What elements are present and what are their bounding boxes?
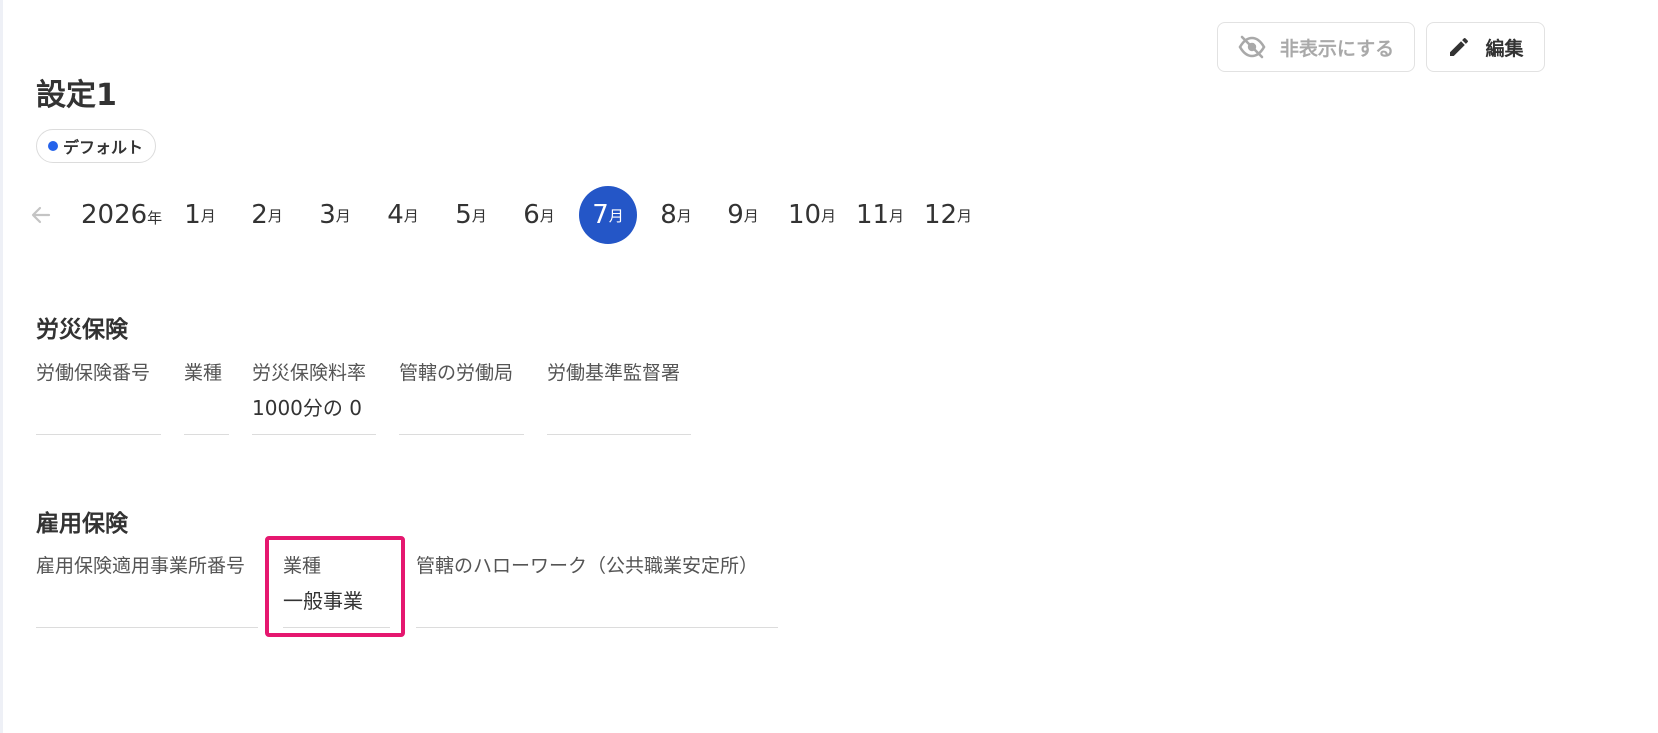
- pencil-icon: [1447, 35, 1471, 59]
- field-value: [36, 587, 258, 615]
- month-number: 5: [455, 200, 472, 230]
- field-label: 労働保険番号: [36, 362, 151, 384]
- field-value: [184, 394, 229, 422]
- year-label: 2026年: [81, 197, 162, 236]
- month-unit: 月: [889, 206, 905, 225]
- rousai-section-title: 労災保険: [36, 317, 128, 343]
- field-value: [547, 394, 691, 422]
- koyou-field-office-number: 雇用保険適用事業所番号: [36, 553, 258, 628]
- month-number: 3: [319, 200, 336, 230]
- month-number: 6: [523, 200, 540, 230]
- arrow-left-icon[interactable]: [29, 203, 53, 231]
- year-unit: 年: [147, 209, 163, 227]
- month-number: 10: [787, 200, 822, 230]
- field-underline: [399, 434, 524, 435]
- field-label: 労働基準監督署: [547, 362, 681, 384]
- month-number: 7: [592, 200, 609, 230]
- month-unit: 月: [821, 206, 837, 225]
- month-number: 2: [251, 200, 268, 230]
- status-dot: [48, 141, 58, 151]
- month-unit: 月: [957, 206, 973, 225]
- field-underline: [547, 434, 691, 435]
- field-value: [36, 394, 161, 422]
- month-unit: 月: [200, 206, 216, 225]
- default-badge: デフォルト: [36, 129, 157, 163]
- year-value: 2026: [81, 200, 148, 230]
- field-label: 管轄の労働局: [399, 362, 514, 384]
- month-10[interactable]: 10 月: [783, 186, 841, 244]
- hide-button[interactable]: 非表示にする: [1217, 22, 1415, 72]
- month-11[interactable]: 11 月: [851, 186, 909, 244]
- field-value: 1000分の 0: [252, 396, 362, 420]
- rousai-field-rate: 労災保険料率 1000分の 0: [252, 360, 376, 435]
- field-label: 雇用保険適用事業所番号: [36, 555, 246, 577]
- month-number: 12: [923, 200, 958, 230]
- month-unit: 月: [403, 206, 419, 225]
- field-label: 業種: [184, 362, 223, 384]
- month-2[interactable]: 2月: [238, 186, 296, 244]
- field-label: 労災保険料率: [252, 362, 367, 384]
- month-number: 1: [184, 200, 201, 230]
- hide-button-label: 非表示にする: [1279, 37, 1395, 60]
- month-unit: 月: [676, 206, 692, 225]
- eye-off-icon: [1238, 35, 1266, 59]
- month-unit: 月: [743, 206, 759, 225]
- field-underline: [184, 434, 229, 435]
- month-5[interactable]: 5月: [442, 186, 500, 244]
- rousai-field-industry: 業種: [184, 360, 229, 435]
- month-7[interactable]: 7月: [579, 186, 637, 244]
- month-3[interactable]: 3月: [306, 186, 364, 244]
- month-unit: 月: [608, 206, 624, 225]
- month-unit: 月: [267, 206, 283, 225]
- month-9[interactable]: 9月: [714, 186, 772, 244]
- koyou-section-title: 雇用保険: [36, 511, 128, 537]
- koyou-field-hello-work: 管轄のハローワーク（公共職業安定所）: [416, 553, 778, 628]
- field-value: [399, 394, 524, 422]
- rousai-field-inspection-office: 労働基準監督署: [547, 360, 691, 435]
- highlight-box: [265, 536, 405, 637]
- month-number: 11: [855, 200, 890, 230]
- edit-button-label: 編集: [1485, 37, 1524, 60]
- left-border: [0, 0, 3, 733]
- month-8[interactable]: 8月: [647, 186, 705, 244]
- page-title: 設定1: [36, 78, 117, 113]
- month-4[interactable]: 4月: [374, 186, 432, 244]
- month-12[interactable]: 12 月: [919, 186, 977, 244]
- month-number: 4: [387, 200, 404, 230]
- rousai-field-insurance-number: 労働保険番号: [36, 360, 161, 435]
- default-badge-label: デフォルト: [63, 138, 144, 157]
- month-1[interactable]: 1月: [171, 186, 229, 244]
- field-label: 管轄のハローワーク（公共職業安定所）: [416, 555, 759, 577]
- month-unit: 月: [471, 206, 487, 225]
- month-number: 8: [660, 200, 677, 230]
- month-unit: 月: [539, 206, 555, 225]
- month-6[interactable]: 6月: [510, 186, 568, 244]
- edit-button[interactable]: 編集: [1426, 22, 1545, 72]
- month-number: 9: [727, 200, 744, 230]
- month-unit: 月: [335, 206, 351, 225]
- field-underline: [252, 434, 376, 435]
- field-underline: [36, 434, 161, 435]
- rousai-field-labor-bureau: 管轄の労働局: [399, 360, 524, 435]
- field-value: [416, 587, 778, 615]
- field-underline: [416, 627, 778, 628]
- field-underline: [36, 627, 258, 628]
